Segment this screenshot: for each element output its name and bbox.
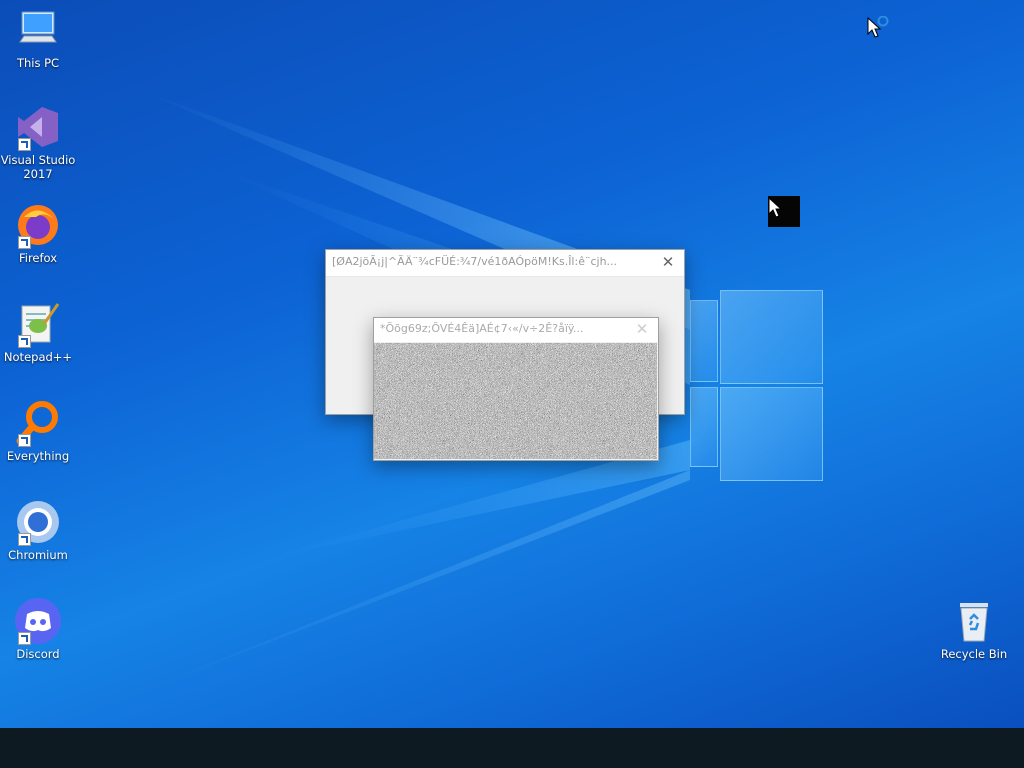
wallpaper-logo-pane-tr [720,290,823,384]
wallpaper-logo-pane-bl [690,387,718,467]
close-icon[interactable]: ✕ [632,319,652,339]
desktop-icon-notepadpp[interactable]: Notepad++ [0,300,76,364]
front-dialog-title: *Õõg69z;ÕVÉ4Êä]AÉ¢7‹«/v÷2Ê?åïÿ... [380,322,584,335]
shortcut-arrow-icon [18,533,31,546]
mouse-pointer-icon [867,16,889,38]
shortcut-arrow-icon [18,434,31,447]
wallpaper-logo-pane-br [720,387,823,481]
desktop-icon-label: Visual Studio 2017 [0,153,76,181]
static-noise-content [374,343,657,459]
shortcut-arrow-icon [18,335,31,348]
chromium-icon [14,498,62,546]
desktop-icon-label: Everything [6,449,70,463]
desktop-icon-chromium[interactable]: Chromium [0,498,76,562]
visual-studio-icon [14,103,62,151]
desktop-icon-firefox[interactable]: Firefox [0,201,76,265]
everything-search-icon [14,399,62,447]
wallpaper-logo-pane-tl [690,300,718,382]
back-dialog-titlebar[interactable]: [ØA2jöÃ¡j|^ÃÄ¨¾cFÜÉ:¾7/vé1ðAÓpöM!Ks.Îl:ê… [326,250,684,277]
desktop-icon-discord[interactable]: Discord [0,597,76,661]
firefox-icon [14,201,62,249]
mouse-pointer-icon [768,196,783,218]
back-dialog-title: [ØA2jöÃ¡j|^ÃÄ¨¾cFÜÉ:¾7/vé1ðAÓpöM!Ks.Îl:ê… [332,255,618,268]
desktop-icon-label: Chromium [8,548,68,562]
taskbar[interactable] [0,728,1024,768]
desktop-icon-recycle-bin[interactable]: Recycle Bin [936,597,1012,661]
shortcut-arrow-icon [18,632,31,645]
notepadpp-icon [14,300,62,348]
front-dialog-window[interactable]: *Õõg69z;ÕVÉ4Êä]AÉ¢7‹«/v÷2Ê?åïÿ... ✕ [373,317,659,461]
close-icon[interactable]: ✕ [658,252,678,272]
desktop-icon-label: Notepad++ [3,350,73,364]
front-dialog-titlebar[interactable]: *Õõg69z;ÕVÉ4Êä]AÉ¢7‹«/v÷2Ê?åïÿ... ✕ [374,318,658,342]
desktop-icon-everything[interactable]: Everything [0,399,76,463]
desktop-icon-visual-studio[interactable]: Visual Studio 2017 [0,103,76,181]
desktop-icon-label: Firefox [18,251,58,265]
desktop-icon-label: This PC [16,56,60,70]
desktop-background: This PC Visual Studio 2017 Firefox Notep… [0,0,1024,728]
desktop-icon-label: Discord [16,647,60,661]
computer-icon [14,6,62,54]
discord-icon [14,597,62,645]
shortcut-arrow-icon [18,138,31,151]
desktop-icon-this-pc[interactable]: This PC [0,6,76,70]
shortcut-arrow-icon [18,236,31,249]
desktop-icon-label: Recycle Bin [940,647,1008,661]
recycle-bin-icon [950,597,998,645]
